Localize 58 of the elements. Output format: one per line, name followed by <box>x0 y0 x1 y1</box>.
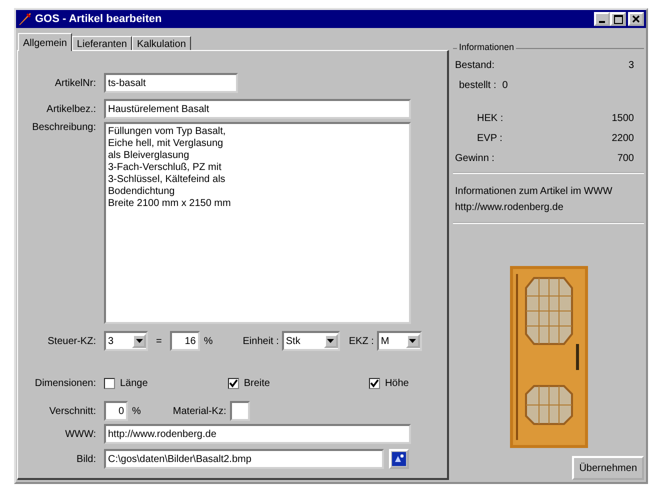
checkbox[interactable]: Länge <box>104 378 148 388</box>
field-label: ArtikelNr: <box>54 78 96 88</box>
browse-button[interactable] <box>389 449 409 469</box>
checkbox[interactable]: Breite <box>228 378 270 388</box>
input-field[interactable]: 0 <box>104 401 128 421</box>
field-label: WWW: <box>64 428 96 440</box>
window-title: GOS - Artikel bearbeiten <box>35 13 163 25</box>
dropdown[interactable]: M <box>376 331 422 351</box>
field-label: Artikelbez.: <box>46 104 96 114</box>
info-value: 1500 <box>612 112 634 124</box>
input-field[interactable]: C:\gos\daten\Bilder\Basalt2.bmp <box>104 449 384 469</box>
info-label: EVP : <box>477 132 502 144</box>
field-label: % <box>204 336 213 346</box>
field-label: Material-Kz: <box>172 406 226 416</box>
info-value: 2200 <box>612 132 634 144</box>
info-value: 700 <box>617 152 634 164</box>
checkmark-icon <box>228 378 238 388</box>
info-label: Bestand: <box>455 60 494 70</box>
info-label: bestellt : <box>459 80 496 90</box>
input-field[interactable]: 16 <box>170 331 200 351</box>
description-textarea[interactable]: Füllungen vom Typ Basalt, Eiche hell, mit Verglasung als Bleiverglasung 3-Fach-Verschluß, PZ mit 3-Schlüssel, Kältefeind als Bodendichtung Breite 2100 mm x 2150 mm <box>104 122 411 324</box>
field-label: % <box>132 406 141 416</box>
info-label: HEK : <box>477 112 504 124</box>
apply-button[interactable]: Übernehmen <box>572 456 644 480</box>
info-text: Informationen zum Artikel im WWW <box>455 185 614 199</box>
tab[interactable]: Kalkulation <box>132 36 191 50</box>
field-label: Einheit : <box>242 336 279 346</box>
input-field[interactable]: http://www.rodenberg.de <box>104 424 411 444</box>
field-label: Verschnitt: <box>48 406 96 416</box>
caret-icon <box>327 339 334 343</box>
input-field[interactable]: ts-basalt <box>104 73 238 93</box>
field-label: = <box>156 336 162 346</box>
close-button[interactable] <box>628 12 644 26</box>
close-icon <box>632 15 640 23</box>
group-title: Informationen <box>457 42 516 52</box>
dropdown[interactable]: 3 <box>104 331 148 351</box>
info-label: Gewinn : <box>455 152 494 164</box>
checkmark-icon <box>370 378 379 388</box>
url-link[interactable]: http://www.rodenberg.de <box>455 200 642 216</box>
field-label: EKZ : <box>348 336 374 346</box>
input-field[interactable]: Haustürelement Basalt <box>104 99 411 119</box>
info-value: 3 <box>628 60 634 70</box>
field-label: Steuer-KZ: <box>46 336 96 346</box>
field-label: Beschreibung: <box>31 122 96 133</box>
checkbox[interactable]: Höhe <box>368 378 409 388</box>
input-field[interactable] <box>230 401 250 421</box>
caret-icon <box>136 339 142 343</box>
maximize-button[interactable] <box>610 12 626 26</box>
tab[interactable]: Allgemein <box>18 33 72 51</box>
minimize-button[interactable] <box>594 12 610 26</box>
tab[interactable]: Lieferanten <box>72 36 132 50</box>
dropdown[interactable]: Stk <box>282 331 340 351</box>
caret-icon <box>409 339 416 343</box>
maximize-icon <box>614 14 622 24</box>
field-label: Bild: <box>76 454 96 464</box>
field-label: Dimensionen: <box>34 378 96 388</box>
info-value: 0 <box>502 80 508 90</box>
quill-icon <box>18 12 32 26</box>
